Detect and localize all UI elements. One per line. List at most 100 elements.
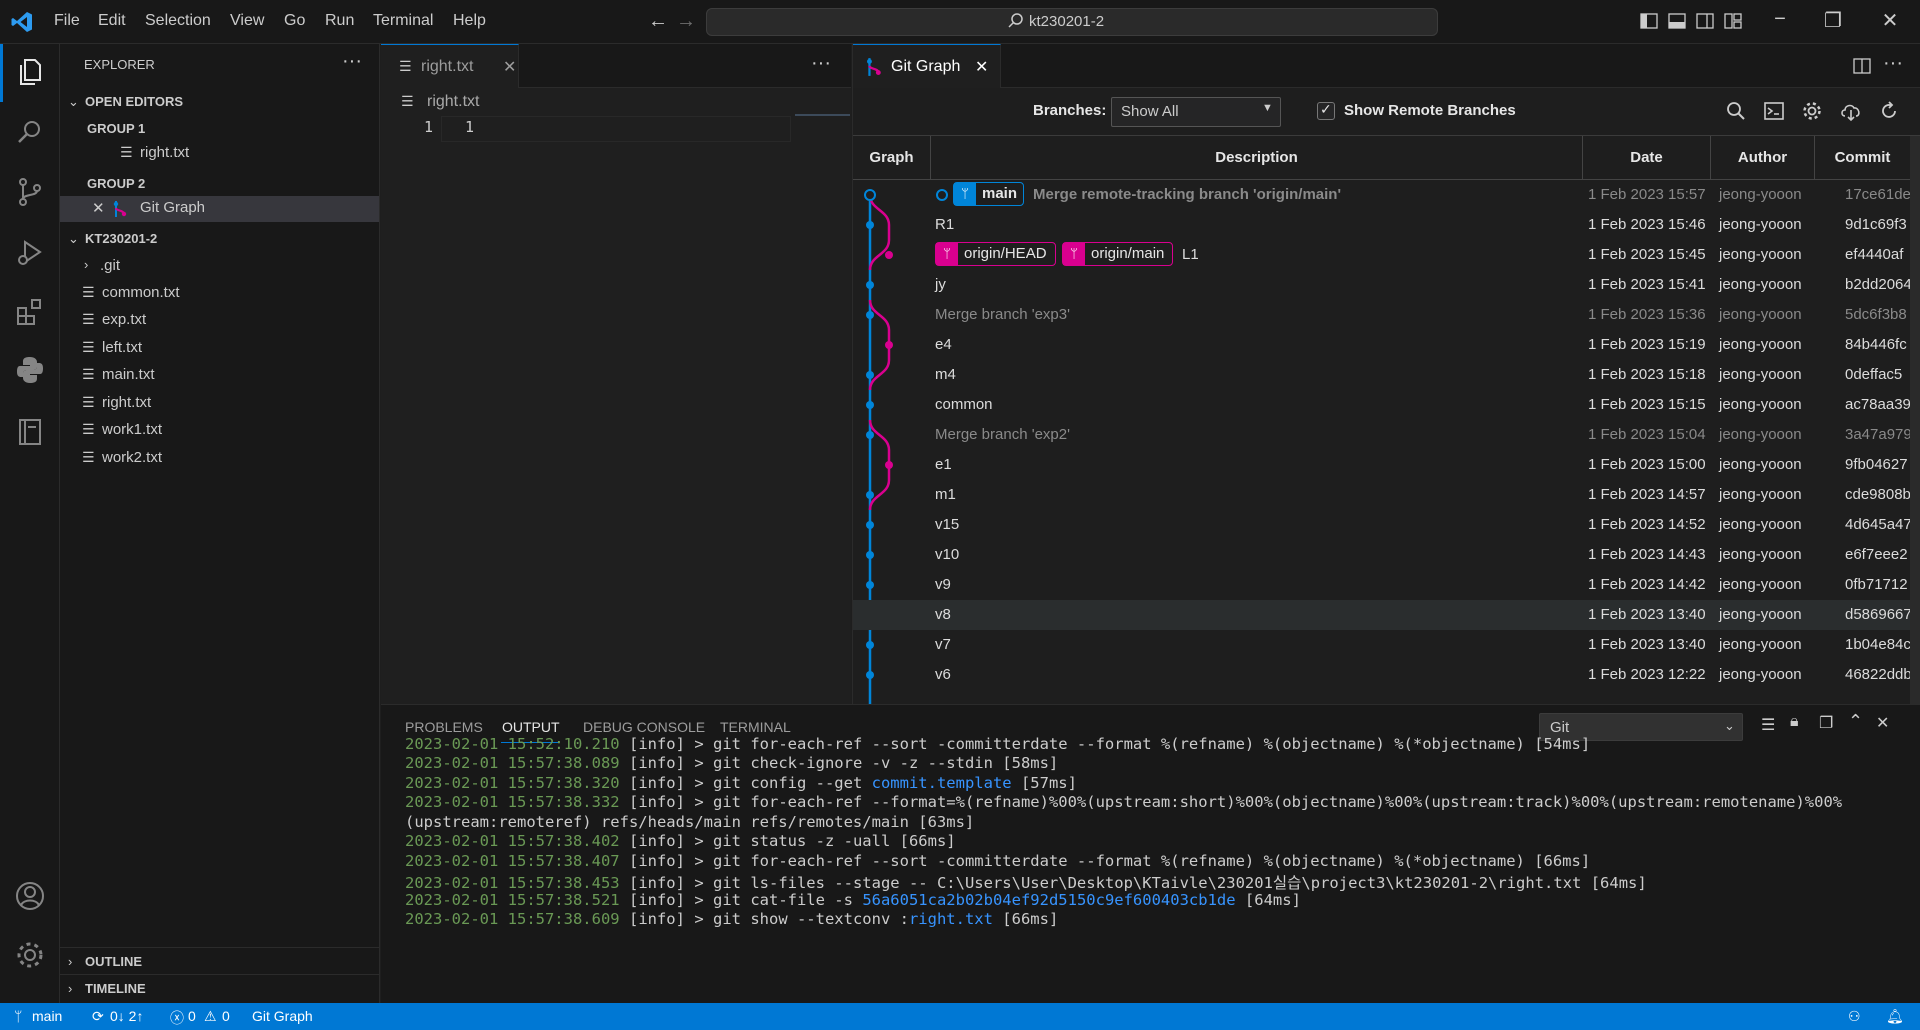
column-graph[interactable]: Graph bbox=[853, 136, 931, 180]
commit-row[interactable]: v15 1 Feb 2023 14:52 jeong-yooon 4d645a4… bbox=[853, 510, 1910, 540]
column-commit[interactable]: Commit bbox=[1815, 136, 1910, 180]
commit-row[interactable]: R1 1 Feb 2023 15:46 jeong-yooon 9d1c69f3 bbox=[853, 210, 1910, 240]
open-editor-right-txt[interactable]: ☰ right.txt bbox=[60, 141, 379, 167]
restore-icon[interactable]: ❐ bbox=[1818, 8, 1848, 33]
tree-item-file[interactable]: ☰ right.txt bbox=[60, 391, 379, 417]
minimap-slider[interactable] bbox=[795, 114, 850, 116]
commit-row[interactable]: e1 1 Feb 2023 15:00 jeong-yooon 9fb04627 bbox=[853, 450, 1910, 480]
commit-row[interactable]: m4 1 Feb 2023 15:18 jeong-yooon 0deffac5 bbox=[853, 360, 1910, 390]
notebook-icon[interactable] bbox=[14, 416, 46, 448]
accounts-icon[interactable] bbox=[14, 880, 46, 912]
clear-output-icon[interactable]: ☰ bbox=[1761, 715, 1775, 735]
commit-row[interactable]: v10 1 Feb 2023 14:43 jeong-yooon e6f7eee… bbox=[853, 540, 1910, 570]
branches-dropdown[interactable]: Show All ▼ bbox=[1111, 97, 1281, 127]
find-icon[interactable] bbox=[1725, 100, 1747, 122]
more-actions-icon[interactable]: ··· bbox=[1883, 52, 1903, 75]
source-control-icon[interactable] bbox=[14, 176, 46, 208]
toggle-secondary-sidebar-icon[interactable] bbox=[1696, 12, 1714, 30]
menu-terminal[interactable]: Terminal bbox=[373, 12, 433, 30]
branch-ref-main[interactable]: ᛘ main bbox=[953, 182, 1025, 206]
menu-edit[interactable]: Edit bbox=[98, 12, 126, 30]
command-center-search[interactable]: kt230201-2 bbox=[706, 8, 1438, 36]
forward-arrow-icon[interactable]: → bbox=[676, 10, 696, 33]
refresh-icon[interactable] bbox=[1878, 100, 1900, 122]
menu-go[interactable]: Go bbox=[284, 12, 305, 30]
commit-row[interactable]: e4 1 Feb 2023 15:19 jeong-yooon 84b446fc bbox=[853, 330, 1910, 360]
minimize-icon[interactable]: − bbox=[1765, 8, 1795, 31]
tree-item-file[interactable]: ☰ work2.txt bbox=[60, 446, 379, 472]
commit-row[interactable]: v6 1 Feb 2023 12:22 jeong-yooon 46822ddb bbox=[853, 660, 1910, 690]
open-log-icon[interactable]: ❐ bbox=[1819, 713, 1833, 733]
toggle-primary-sidebar-icon[interactable] bbox=[1640, 12, 1658, 30]
customize-layout-icon[interactable] bbox=[1724, 12, 1742, 30]
branch-ref-origin-main[interactable]: ᛘ origin/main bbox=[1062, 242, 1174, 266]
chevron-right-icon[interactable]: › bbox=[68, 954, 72, 969]
split-editor-icon[interactable] bbox=[1853, 57, 1871, 75]
tree-item-file[interactable]: ☰ left.txt bbox=[60, 336, 379, 362]
close-tab-icon[interactable]: ✕ bbox=[503, 57, 516, 77]
tree-item-file[interactable]: ☰ work1.txt bbox=[60, 418, 379, 444]
tab-debug-console[interactable]: DEBUG CONSOLE bbox=[583, 719, 705, 735]
timeline-header[interactable]: TIMELINE bbox=[85, 981, 146, 996]
toggle-panel-icon[interactable] bbox=[1668, 12, 1686, 30]
commit-row[interactable]: common 1 Feb 2023 15:15 jeong-yooon ac78… bbox=[853, 390, 1910, 420]
tab-terminal[interactable]: TERMINAL bbox=[720, 719, 791, 735]
breadcrumb[interactable]: right.txt bbox=[427, 93, 479, 111]
commit-row[interactable]: v9 1 Feb 2023 14:42 jeong-yooon 0fb71712 bbox=[853, 570, 1910, 600]
more-actions-icon[interactable]: ··· bbox=[342, 50, 362, 73]
tab-problems[interactable]: PROBLEMS bbox=[405, 719, 483, 735]
settings-gear-icon[interactable] bbox=[14, 939, 46, 971]
tab-output[interactable]: OUTPUT bbox=[502, 719, 560, 735]
commit-row[interactable]: v8 1 Feb 2023 13:40 jeong-yooon d5869667 bbox=[853, 600, 1910, 630]
menu-file[interactable]: File bbox=[54, 12, 80, 30]
menu-help[interactable]: Help bbox=[453, 12, 486, 30]
commit-row[interactable]: Merge branch 'exp3' 1 Feb 2023 15:36 jeo… bbox=[853, 300, 1910, 330]
extensions-icon[interactable] bbox=[14, 296, 46, 328]
column-description[interactable]: Description bbox=[931, 136, 1583, 180]
menu-run[interactable]: Run bbox=[325, 12, 354, 30]
code-line[interactable]: 1 bbox=[465, 118, 474, 136]
commit-row[interactable]: ᛘ main Merge remote-tracking branch 'orig… bbox=[853, 180, 1910, 210]
commit-row[interactable]: m1 1 Feb 2023 14:57 jeong-yooon cde9808b bbox=[853, 480, 1910, 510]
chevron-right-icon[interactable]: › bbox=[68, 981, 72, 996]
outline-header[interactable]: OUTLINE bbox=[85, 954, 142, 969]
terminal-icon[interactable] bbox=[1763, 100, 1785, 122]
chevron-down-icon[interactable]: ⌄ bbox=[68, 94, 79, 110]
more-actions-icon[interactable]: ··· bbox=[811, 52, 831, 75]
tab-right-txt[interactable]: ☰ right.txt ✕ bbox=[381, 44, 519, 88]
search-view-icon[interactable] bbox=[14, 116, 46, 148]
notifications-bell-icon[interactable]: 🔔︎ bbox=[1886, 1008, 1904, 1025]
chevron-down-icon[interactable]: ⌄ bbox=[68, 231, 79, 247]
settings-gear-icon[interactable] bbox=[1801, 100, 1823, 122]
tab-git-graph[interactable]: Git Graph ✕ bbox=[853, 44, 1001, 88]
show-remote-label[interactable]: Show Remote Branches bbox=[1344, 102, 1516, 119]
run-debug-icon[interactable] bbox=[14, 236, 46, 268]
explorer-icon[interactable] bbox=[14, 56, 46, 88]
tree-item-file[interactable]: ☰ exp.txt bbox=[60, 308, 379, 334]
open-editor-git-graph[interactable]: ✕ Git Graph bbox=[60, 196, 379, 222]
vertical-scrollbar[interactable] bbox=[1910, 136, 1920, 704]
open-editors-header[interactable]: OPEN EDITORS bbox=[85, 94, 183, 109]
commit-row[interactable]: ᛘ origin/HEAD ᛘ origin/main L1 1 Feb 2023 … bbox=[853, 240, 1910, 270]
tree-item-file[interactable]: ☰ main.txt bbox=[60, 363, 379, 389]
close-panel-icon[interactable]: ✕ bbox=[1876, 713, 1889, 733]
status-git-graph[interactable]: Git Graph bbox=[252, 1008, 313, 1024]
lock-scroll-icon[interactable]: 🔒︎ bbox=[1790, 713, 1799, 731]
close-window-icon[interactable]: ✕ bbox=[1875, 8, 1905, 33]
python-icon[interactable] bbox=[14, 354, 46, 386]
commit-row[interactable]: jy 1 Feb 2023 15:41 jeong-yooon b2dd2064 bbox=[853, 270, 1910, 300]
tree-item-file[interactable]: ☰ common.txt bbox=[60, 281, 379, 307]
maximize-panel-icon[interactable]: ⌃ bbox=[1848, 711, 1863, 732]
folder-header[interactable]: KT230201-2 bbox=[85, 231, 157, 246]
close-editor-icon[interactable]: ✕ bbox=[92, 199, 105, 217]
branch-ref-origin-head[interactable]: ᛘ origin/HEAD bbox=[935, 242, 1056, 266]
back-arrow-icon[interactable]: ← bbox=[648, 10, 668, 33]
commit-row[interactable]: Merge branch 'exp2' 1 Feb 2023 15:04 jeo… bbox=[853, 420, 1910, 450]
close-tab-icon[interactable]: ✕ bbox=[975, 57, 988, 77]
show-remote-checkbox[interactable]: ✓ bbox=[1317, 101, 1335, 120]
tree-item-git-folder[interactable]: › .git bbox=[60, 254, 379, 280]
column-date[interactable]: Date bbox=[1583, 136, 1711, 180]
menu-selection[interactable]: Selection bbox=[145, 12, 211, 30]
menu-view[interactable]: View bbox=[230, 12, 264, 30]
live-share-icon[interactable]: ⚇ bbox=[1848, 1008, 1861, 1025]
